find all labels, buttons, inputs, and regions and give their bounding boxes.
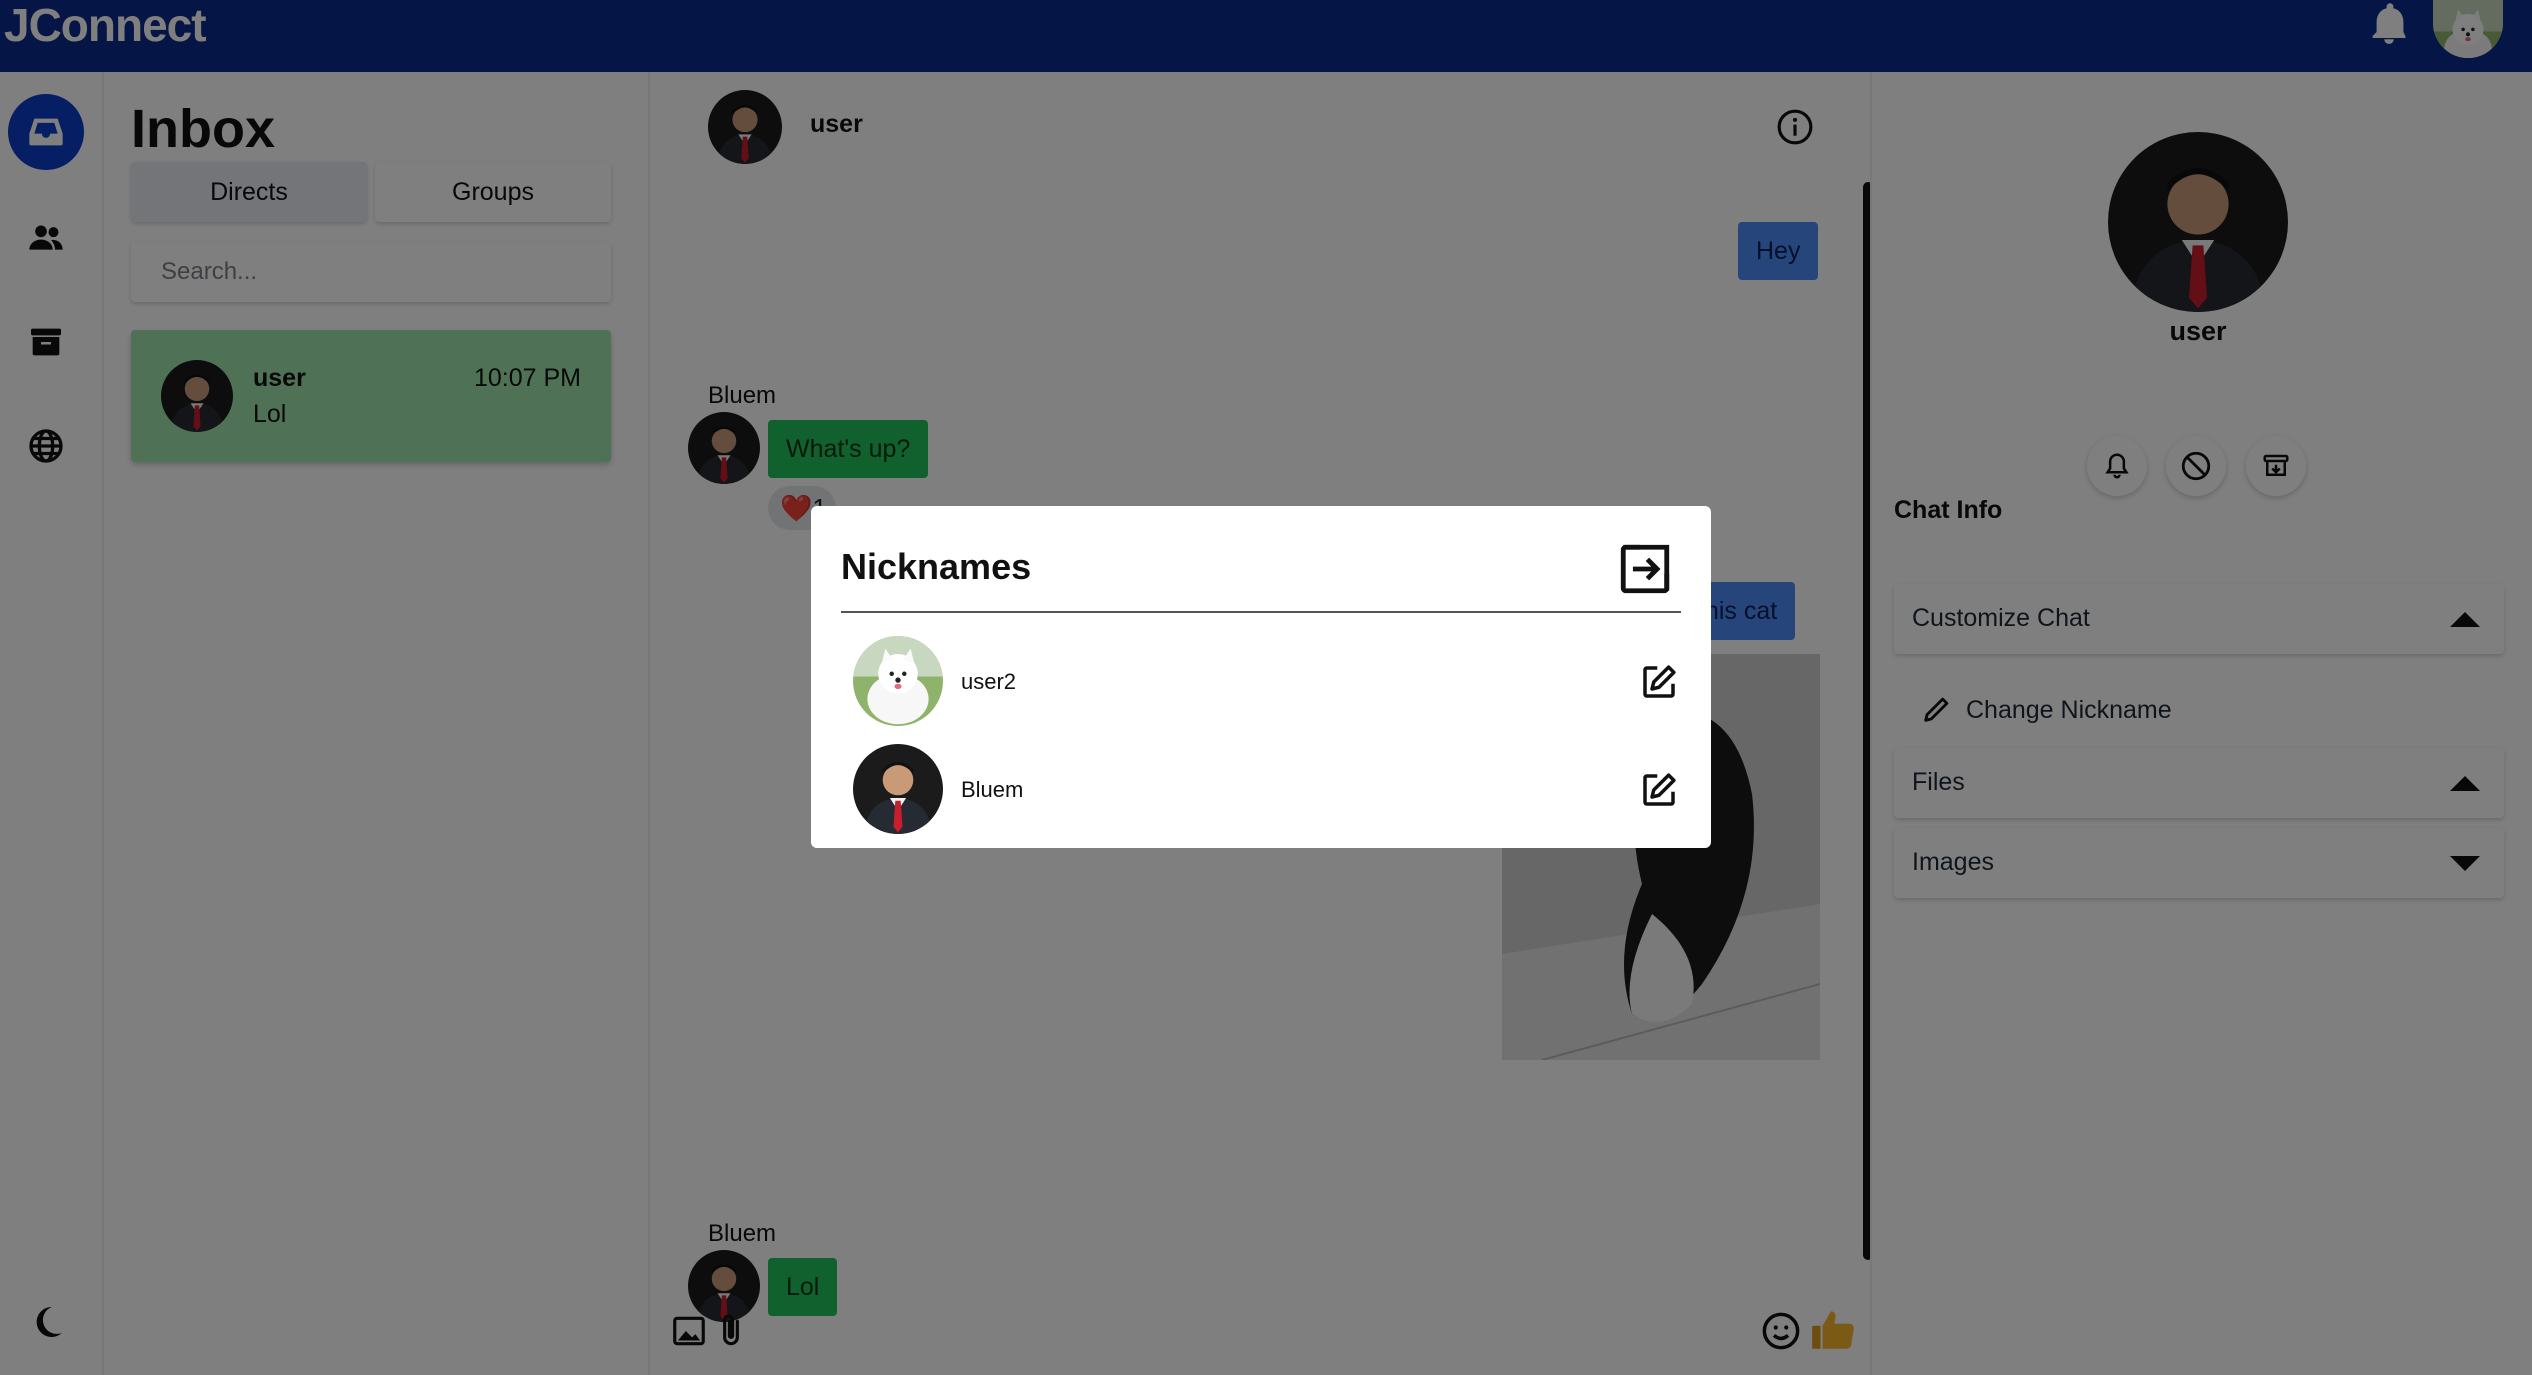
nickname-row: Bluem <box>841 739 1681 839</box>
edit-nickname-icon[interactable] <box>1638 661 1680 703</box>
exit-icon[interactable] <box>1616 540 1674 598</box>
modal-title: Nicknames <box>841 546 1032 587</box>
nicknames-modal: Nicknames user2 Bluem <box>811 506 1711 848</box>
avatar <box>853 744 943 834</box>
modal-divider <box>841 611 1681 613</box>
edit-nickname-icon[interactable] <box>1638 769 1680 811</box>
avatar <box>853 636 943 726</box>
member-name: Bluem <box>961 777 1024 802</box>
nickname-row: user2 <box>841 631 1681 731</box>
member-name: user2 <box>961 669 1017 694</box>
